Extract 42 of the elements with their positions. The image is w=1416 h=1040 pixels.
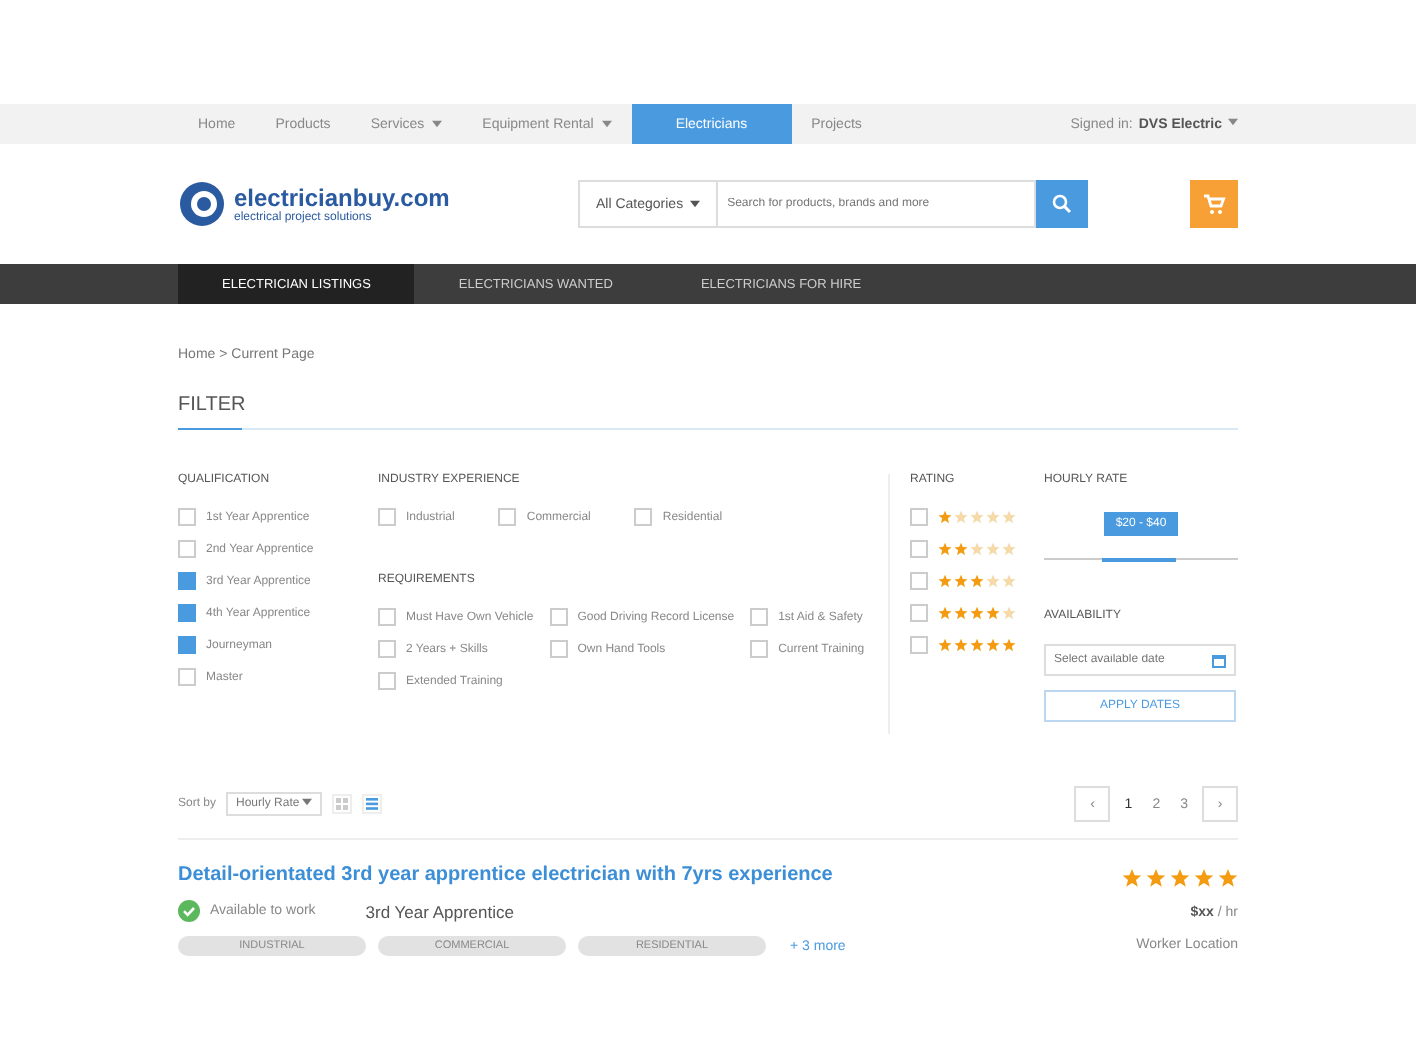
checkbox[interactable] [750,640,769,658]
star-icon [1122,868,1142,888]
checkbox[interactable] [910,572,928,590]
checkbox[interactable] [549,608,568,626]
checkbox[interactable] [910,540,928,558]
checkbox[interactable] [910,508,928,526]
cart-button[interactable] [1190,180,1238,228]
listing-title[interactable]: Detail-orientated 3rd year apprentice electrician with 7yrs experience [178,864,1122,886]
cart-icon [1202,192,1226,216]
checkbox[interactable] [750,608,769,626]
checkbox[interactable] [178,540,196,558]
star-icon [1146,868,1166,888]
list-view-button[interactable] [362,794,383,814]
checkbox[interactable] [498,508,517,526]
checkbox[interactable] [178,636,196,654]
checkbox[interactable] [634,508,653,526]
checkbox[interactable] [178,572,196,590]
search-button[interactable] [1036,180,1088,228]
checkbox[interactable] [178,604,196,622]
caret-icon [302,798,313,806]
star-icon [1194,868,1214,888]
check-icon [178,900,200,922]
logo-name: electricianbuy.com [234,184,450,212]
checkbox[interactable] [549,640,568,658]
star-icon [1218,868,1238,888]
checkbox[interactable] [910,604,928,622]
checkbox[interactable] [378,608,396,626]
search-icon [1052,194,1072,214]
filter-heading: FILTER [178,394,1238,430]
calendar-icon[interactable] [1212,653,1226,667]
checkbox[interactable] [178,668,196,686]
checkbox[interactable] [378,640,396,658]
checkbox[interactable] [178,508,196,526]
caret-icon [689,200,700,208]
star-icon [1170,868,1190,888]
qualification-level: 3rd Year Apprentice [365,901,514,921]
checkbox[interactable] [378,672,396,690]
grid-view-button[interactable] [332,794,353,814]
checkbox[interactable] [910,636,928,654]
checkbox[interactable] [378,508,396,526]
caret-icon [1228,117,1238,125]
logo-icon [178,180,226,228]
